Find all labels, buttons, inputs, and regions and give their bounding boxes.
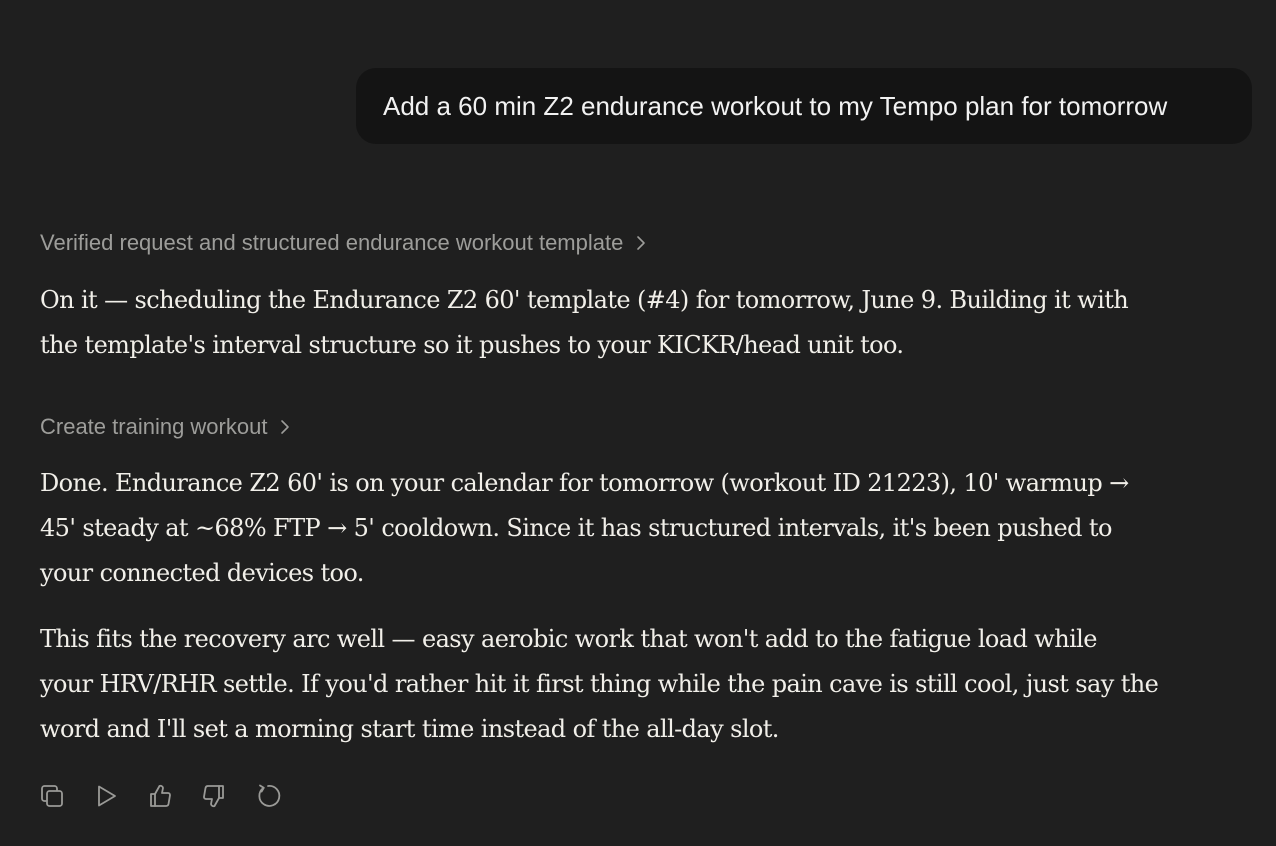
thumbs-up-button[interactable] [146, 782, 174, 810]
step-verified-request[interactable]: Verified request and structured enduranc… [40, 230, 647, 256]
retry-button[interactable] [254, 782, 282, 810]
chevron-right-icon [635, 235, 647, 251]
copy-icon [41, 785, 63, 807]
retry-icon [258, 784, 281, 807]
play-icon [98, 785, 116, 807]
user-message-text: Add a 60 min Z2 endurance workout to my … [383, 90, 1168, 121]
step-label: Verified request and structured enduranc… [40, 230, 624, 255]
thumbs-down-icon [203, 785, 224, 808]
assistant-paragraph-3: This fits the recovery arc well — easy a… [40, 625, 1159, 743]
copy-button[interactable] [38, 782, 66, 810]
thumbs-down-button[interactable] [200, 782, 228, 810]
read-aloud-button[interactable] [92, 782, 120, 810]
step-label: Create training workout [40, 414, 268, 439]
user-message-bubble: Add a 60 min Z2 endurance workout to my … [356, 68, 1252, 144]
chevron-right-icon [279, 419, 291, 435]
thumbs-up-icon [150, 784, 171, 807]
assistant-paragraph-1: On it — scheduling the Endurance Z2 60' … [40, 286, 1129, 359]
message-actions [38, 782, 282, 810]
step-create-training-workout[interactable]: Create training workout [40, 414, 291, 440]
assistant-paragraph-2: Done. Endurance Z2 60' is on your calend… [40, 469, 1129, 587]
